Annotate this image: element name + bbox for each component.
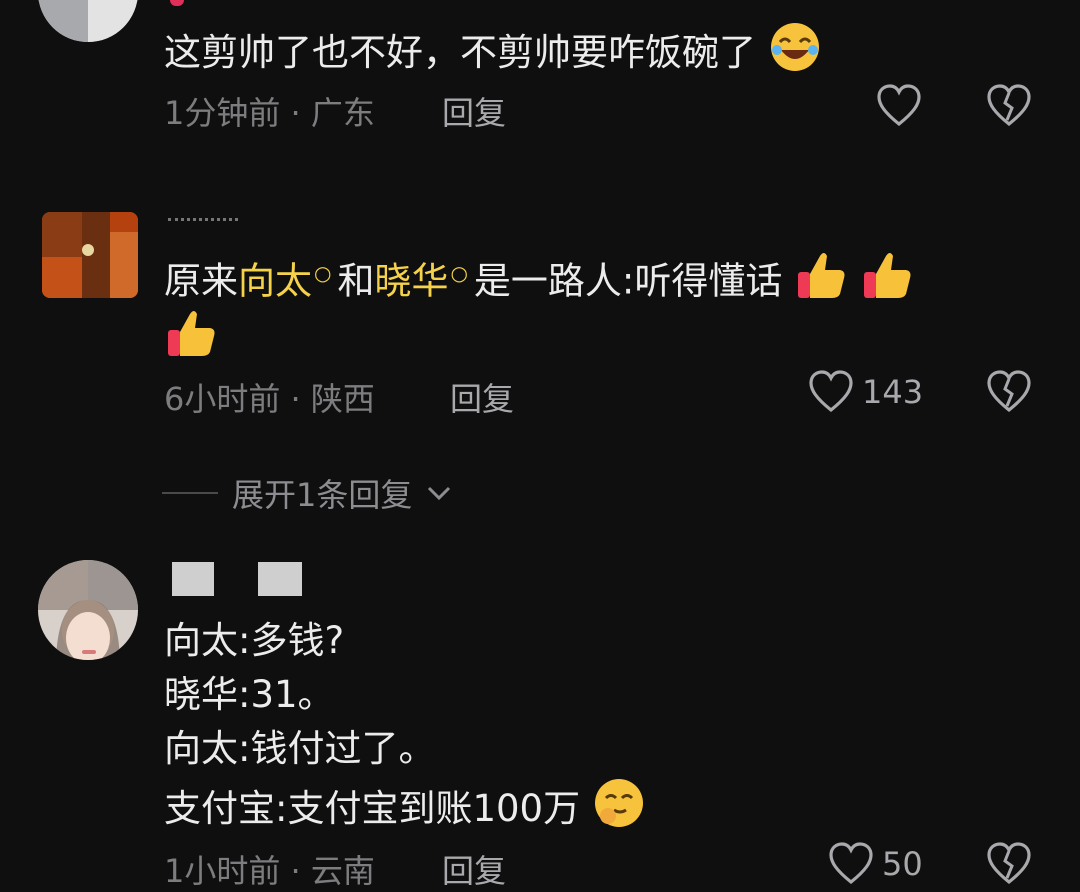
like-button[interactable]: 143 [808,370,923,414]
emoji-laughing [768,20,822,89]
search-link[interactable]: 晓华 [374,259,448,302]
like-count: 143 [862,373,924,411]
comment-text: 原来向太 ○ 和晓华 ○ 是一路人:听得懂话 [164,246,914,317]
emoji-thumbs-up [164,306,218,375]
username[interactable] [172,562,346,600]
broken-heart-icon [987,84,1031,127]
username[interactable] [168,212,238,221]
reply-button[interactable]: 回复 [442,846,506,892]
comment-text: 这剪帅了也不好，不剪帅要咋饭碗了 [164,20,822,89]
heart-icon [809,370,853,413]
like-count: 50 [882,845,923,883]
heart-icon [877,84,921,127]
comment-line: 向太:钱付过了。 [164,727,436,770]
avatar[interactable] [38,0,138,42]
emoji-thumbs-up [794,248,848,317]
comment-meta: 1小时前 · 云南 [164,852,375,890]
comment-meta: 1分钟前 · 广东 [164,94,375,132]
comment-line-with-emoji: 支付宝:支付宝到账100万 [164,776,646,845]
chevron-down-icon [428,486,451,501]
like-button[interactable]: 50 [828,842,923,886]
comment-line: 向太:多钱? [164,619,345,662]
dislike-button[interactable] [986,84,1032,132]
search-mark-icon: ○ [314,261,332,285]
avatar[interactable] [42,212,138,298]
search-link[interactable]: 向太 [238,259,312,302]
broken-heart-icon [987,842,1031,885]
divider-line [162,492,218,494]
expand-replies-label: 展开1条回复 [232,476,413,514]
comment-meta: 6小时前 · 陕西 [164,380,375,418]
avatar[interactable] [38,560,138,660]
like-button[interactable] [876,84,930,128]
emoji-thumbs-up [860,248,914,317]
expand-replies-button[interactable]: 展开1条回复 [162,470,452,516]
reply-button[interactable]: 回复 [450,374,514,420]
reply-button[interactable]: 回复 [442,88,506,134]
search-mark-icon: ○ [450,261,468,285]
dislike-button[interactable] [986,370,1032,418]
heart-icon [829,842,873,885]
dislike-button[interactable] [986,842,1032,890]
decor-mark-icon [170,0,184,6]
comment-line: 晓华:31。 [164,673,335,716]
broken-heart-icon [987,370,1031,413]
emoji-smirk [592,776,646,845]
comment-text-continued [164,306,218,375]
